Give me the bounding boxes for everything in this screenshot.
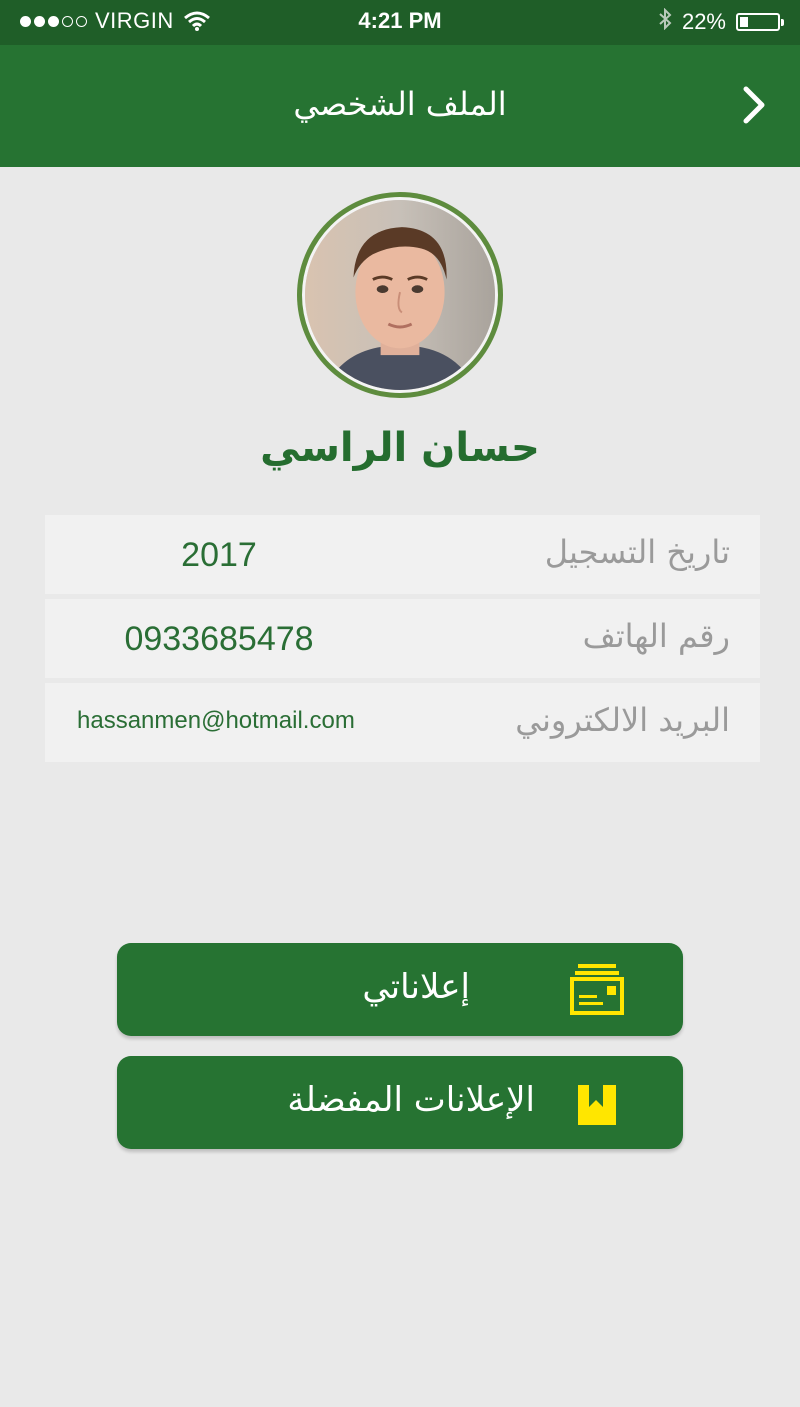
email-label: البريد الالكتروني (515, 701, 730, 739)
registration-date-value: 2017 (181, 536, 257, 574)
my-ads-label: إعلاناتي (362, 967, 470, 1007)
email-row: البريد الالكتروني hassanmen@hotmail.com (45, 683, 760, 762)
phone-label: رقم الهاتف (582, 617, 730, 655)
ads-stack-icon (570, 964, 624, 1015)
registration-date-row: تاريخ التسجيل 2017 (45, 515, 760, 594)
page-title: الملف الشخصي (293, 85, 507, 123)
email-value: hassanmen@hotmail.com (77, 707, 355, 734)
avatar[interactable] (302, 197, 498, 393)
favorite-ads-label: الإعلانات المفضلة (287, 1080, 535, 1120)
bluetooth-icon (658, 7, 672, 36)
status-right: 22% (658, 7, 784, 36)
battery-percent: 22% (681, 9, 726, 34)
my-ads-button[interactable]: إعلاناتي (117, 943, 683, 1036)
avatar-ring (297, 192, 503, 398)
top-app-bar: الملف الشخصي (0, 45, 800, 167)
status-bar: VIRGIN 4:21 PM 22% (0, 0, 800, 45)
registration-date-label: تاريخ التسجيل (544, 533, 730, 571)
bookmark-icon (578, 1085, 616, 1125)
battery-level (740, 17, 748, 27)
user-name: حسان الراسي (260, 425, 540, 471)
favorite-ads-button[interactable]: الإعلانات المفضلة (117, 1056, 683, 1149)
chevron-right-icon[interactable] (740, 85, 770, 125)
phone-row: رقم الهاتف 0933685478 (45, 599, 760, 678)
user-photo (305, 200, 495, 390)
battery-icon (736, 13, 784, 31)
phone-value: 0933685478 (124, 620, 314, 658)
profile-details: تاريخ التسجيل 2017 رقم الهاتف 0933685478… (45, 515, 760, 767)
